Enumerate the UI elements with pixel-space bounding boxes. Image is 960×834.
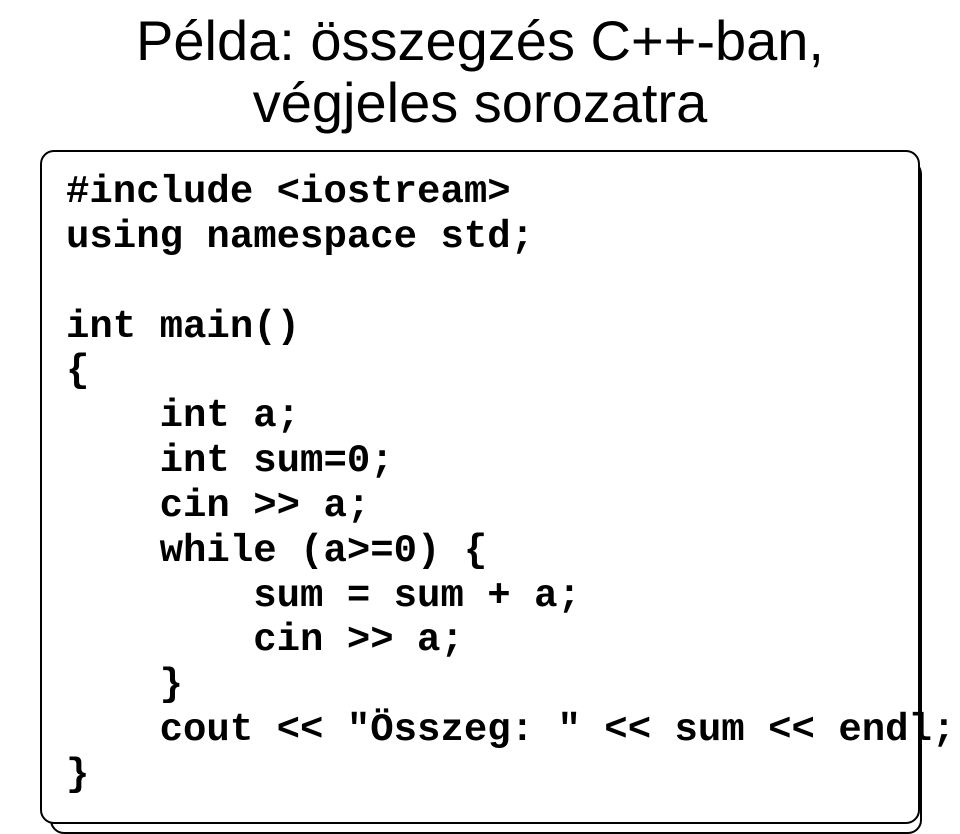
code-line: }: [66, 753, 89, 797]
code-line: cout << "Összeg: " << sum << endl;: [66, 708, 955, 752]
code-line: cin >> a;: [66, 618, 464, 662]
title-line-2: végjeles sorozatra: [253, 71, 707, 134]
slide-title: Példa: összegzés C++-ban, végjeles soroz…: [0, 10, 960, 133]
code-line: #include <iostream>: [66, 170, 511, 214]
title-line-1: Példa: összegzés C++-ban,: [136, 9, 824, 72]
code-line: int main(): [66, 305, 300, 349]
code-line: }: [66, 663, 183, 707]
code-block-container: #include <iostream> using namespace std;…: [40, 150, 920, 824]
code-content: #include <iostream> using namespace std;…: [66, 170, 894, 798]
code-line: cin >> a;: [66, 484, 370, 528]
code-line: {: [66, 349, 89, 393]
code-line: while (a>=0) {: [66, 529, 487, 573]
code-line: sum = sum + a;: [66, 574, 581, 618]
code-block: #include <iostream> using namespace std;…: [40, 150, 920, 824]
slide: Példa: összegzés C++-ban, végjeles soroz…: [0, 0, 960, 764]
code-line: int sum=0;: [66, 439, 394, 483]
code-line: using namespace std;: [66, 215, 534, 259]
code-line: int a;: [66, 394, 300, 438]
